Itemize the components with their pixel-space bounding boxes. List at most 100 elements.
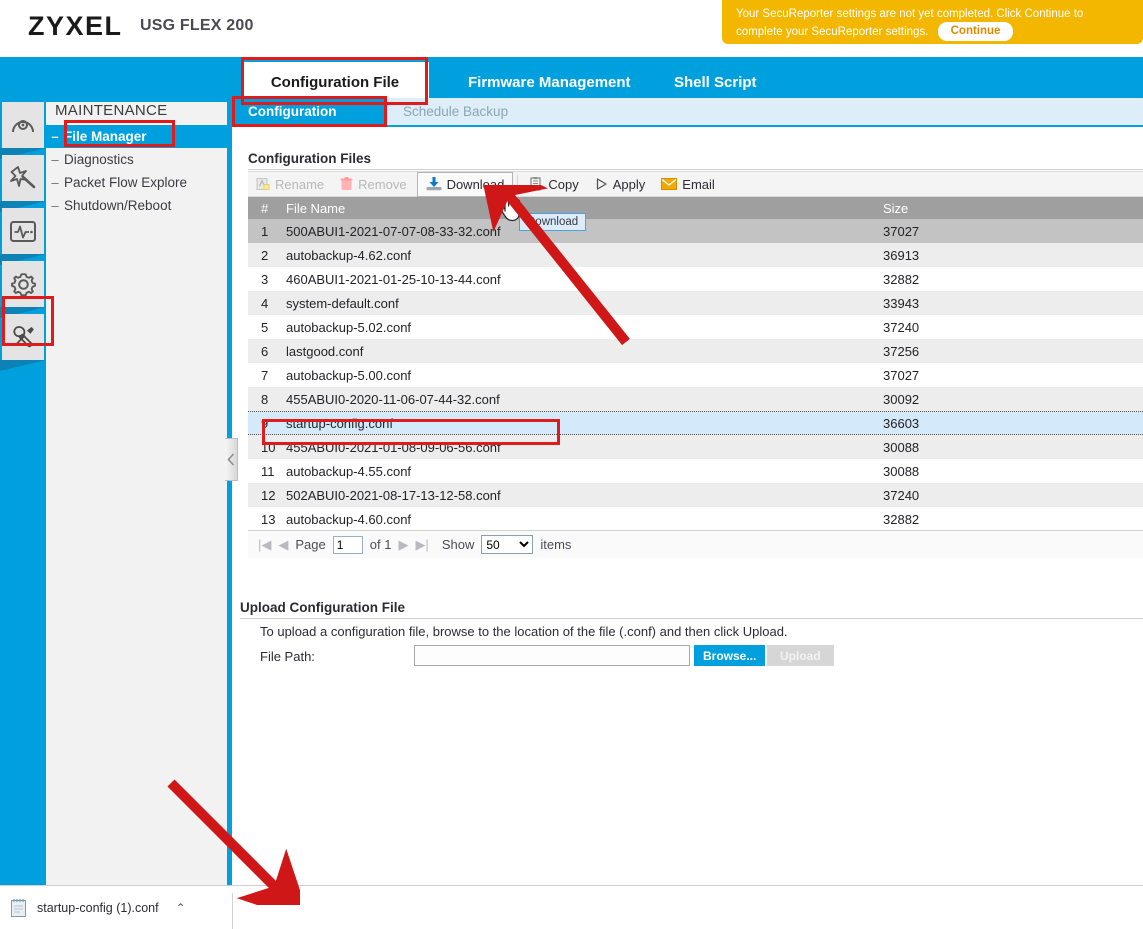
page-number-input[interactable] xyxy=(333,536,363,554)
table-row[interactable]: 10455ABUI0-2021-01-08-09-06-56.conf30088 xyxy=(248,435,1143,459)
download-icon xyxy=(426,177,442,191)
configuration-files-table: # File Name Size 1500ABUI1-2021-07-07-08… xyxy=(248,197,1143,531)
tree-dash-icon: – xyxy=(46,198,64,213)
cell-file-name: autobackup-4.62.conf xyxy=(286,248,883,263)
tab-configuration-file[interactable]: Configuration File xyxy=(241,62,429,102)
last-page-button[interactable]: ▶| xyxy=(415,537,428,553)
cell-num: 11 xyxy=(248,464,286,479)
remove-button: Remove xyxy=(332,172,414,196)
apply-button[interactable]: Apply xyxy=(587,172,654,196)
cell-size: 37240 xyxy=(883,488,1143,503)
cell-size: 30088 xyxy=(883,440,1143,455)
cell-size: 37256 xyxy=(883,344,1143,359)
cell-size: 33943 xyxy=(883,296,1143,311)
chevron-up-icon[interactable]: ⌃ xyxy=(176,901,186,915)
monitor-icon[interactable] xyxy=(2,208,44,254)
notice-line-1: Your SecuReporter settings are not yet c… xyxy=(736,6,1133,22)
sidebar-collapse-handle[interactable] xyxy=(225,438,238,481)
table-row[interactable]: 4system-default.conf33943 xyxy=(248,291,1143,315)
prev-page-button[interactable]: ◀ xyxy=(278,537,288,553)
cell-num: 4 xyxy=(248,296,286,311)
table-row[interactable]: 5autobackup-5.02.conf37240 xyxy=(248,315,1143,339)
cell-file-name: autobackup-4.60.conf xyxy=(286,512,883,527)
sidebar-item-diagnostics[interactable]: – Diagnostics xyxy=(46,148,227,171)
tab-firmware-management[interactable]: Firmware Management xyxy=(450,62,649,102)
device-model-label: USG FLEX 200 xyxy=(140,17,254,35)
tab-firmware-management-label: Firmware Management xyxy=(468,74,631,91)
content-panel: Configuration Files Rename Remove Downlo… xyxy=(232,127,1143,885)
table-row[interactable]: 3460ABUI1-2021-01-25-10-13-44.conf32882 xyxy=(248,267,1143,291)
trash-icon xyxy=(340,177,353,191)
page-label: Page xyxy=(295,537,325,552)
table-row[interactable]: 11autobackup-4.55.conf30088 xyxy=(248,459,1143,483)
table-row[interactable]: 13autobackup-4.60.conf32882 xyxy=(248,507,1143,531)
upload-section-title: Upload Configuration File xyxy=(240,600,405,615)
tab-configuration-file-label: Configuration File xyxy=(271,74,399,91)
download-tooltip: Download xyxy=(519,213,586,231)
copy-button[interactable]: Copy xyxy=(522,172,586,196)
cell-num: 13 xyxy=(248,512,286,527)
cell-file-name: 455ABUI0-2020-11-06-07-44-32.conf xyxy=(286,392,883,407)
table-row[interactable]: 12502ABUI0-2021-08-17-13-12-58.conf37240 xyxy=(248,483,1143,507)
table-row[interactable]: 9startup-config.conf36603 xyxy=(248,411,1143,435)
cell-file-name: autobackup-4.55.conf xyxy=(286,464,883,479)
page-of-label: of 1 xyxy=(370,537,392,552)
cell-num: 9 xyxy=(248,416,286,431)
sidebar-title: MAINTENANCE xyxy=(55,102,167,119)
page-size-select[interactable]: 2050100 xyxy=(481,535,533,554)
rail-notch-5 xyxy=(0,360,46,371)
cell-file-name: startup-config.conf xyxy=(286,416,883,431)
cell-num: 8 xyxy=(248,392,286,407)
notice-line-2: complete your SecuReporter settings. xyxy=(736,26,928,38)
cell-size: 32882 xyxy=(883,512,1143,527)
cell-num: 3 xyxy=(248,272,286,287)
cell-num: 2 xyxy=(248,248,286,263)
table-row[interactable]: 2autobackup-4.62.conf36913 xyxy=(248,243,1143,267)
cell-size: 37240 xyxy=(883,320,1143,335)
first-page-button[interactable]: |◀ xyxy=(258,537,271,553)
dashboard-icon[interactable] xyxy=(2,102,44,148)
toolbar-separator xyxy=(517,175,518,193)
cell-file-name: autobackup-5.02.conf xyxy=(286,320,883,335)
table-row[interactable]: 8455ABUI0-2020-11-06-07-44-32.conf30092 xyxy=(248,387,1143,411)
download-item[interactable]: startup-config (1).conf ⌃ xyxy=(10,894,186,922)
cell-num: 1 xyxy=(248,224,286,239)
cell-size: 32882 xyxy=(883,272,1143,287)
maintenance-icon[interactable] xyxy=(2,314,44,360)
cell-num: 10 xyxy=(248,440,286,455)
notepad-file-icon xyxy=(10,898,28,918)
wizard-icon[interactable] xyxy=(2,155,44,201)
zyxel-logo: ZYXEL xyxy=(28,11,123,42)
items-label: items xyxy=(540,537,571,552)
sidebar-item-packet-flow-explore[interactable]: – Packet Flow Explore xyxy=(46,171,227,194)
table-row[interactable]: 1500ABUI1-2021-07-07-08-33-32.conf37027 xyxy=(248,219,1143,243)
subtab-configuration[interactable]: Configuration xyxy=(232,98,387,125)
copy-label: Copy xyxy=(548,177,578,192)
next-page-button[interactable]: ▶ xyxy=(398,537,408,553)
tree-dash-icon: – xyxy=(46,175,64,190)
table-pager: |◀ ◀ Page of 1 ▶ ▶| Show 2050100 items xyxy=(248,530,1143,558)
apply-icon xyxy=(595,177,608,191)
subtab-schedule-backup[interactable]: Schedule Backup xyxy=(387,98,524,125)
col-header-num: # xyxy=(248,201,286,216)
table-body: 1500ABUI1-2021-07-07-08-33-32.conf370272… xyxy=(248,219,1143,531)
file-toolbar: Rename Remove Download Copy Apply Emai xyxy=(248,171,1143,197)
tab-shell-script[interactable]: Shell Script xyxy=(656,62,775,102)
sidebar-menu: MAINTENANCE – File Manager – Diagnostics… xyxy=(46,102,227,885)
show-label: Show xyxy=(442,537,475,552)
sidebar-item-file-manager[interactable]: – File Manager xyxy=(46,125,227,148)
file-path-input[interactable] xyxy=(414,645,690,666)
secureporter-notice: Your SecuReporter settings are not yet c… xyxy=(722,0,1143,44)
email-button[interactable]: Email xyxy=(653,172,723,196)
table-row[interactable]: 7autobackup-5.00.conf37027 xyxy=(248,363,1143,387)
remove-label: Remove xyxy=(358,177,406,192)
browse-button[interactable]: Browse... xyxy=(694,645,765,666)
table-row[interactable]: 6lastgood.conf37256 xyxy=(248,339,1143,363)
cell-size: 37027 xyxy=(883,224,1143,239)
sidebar-item-shutdown-reboot[interactable]: – Shutdown/Reboot xyxy=(46,194,227,217)
cell-num: 7 xyxy=(248,368,286,383)
configuration-icon[interactable] xyxy=(2,261,44,307)
cell-size: 37027 xyxy=(883,368,1143,383)
continue-button[interactable]: Continue xyxy=(938,22,1014,41)
sidebar-item-shutdown-reboot-label: Shutdown/Reboot xyxy=(64,198,171,213)
